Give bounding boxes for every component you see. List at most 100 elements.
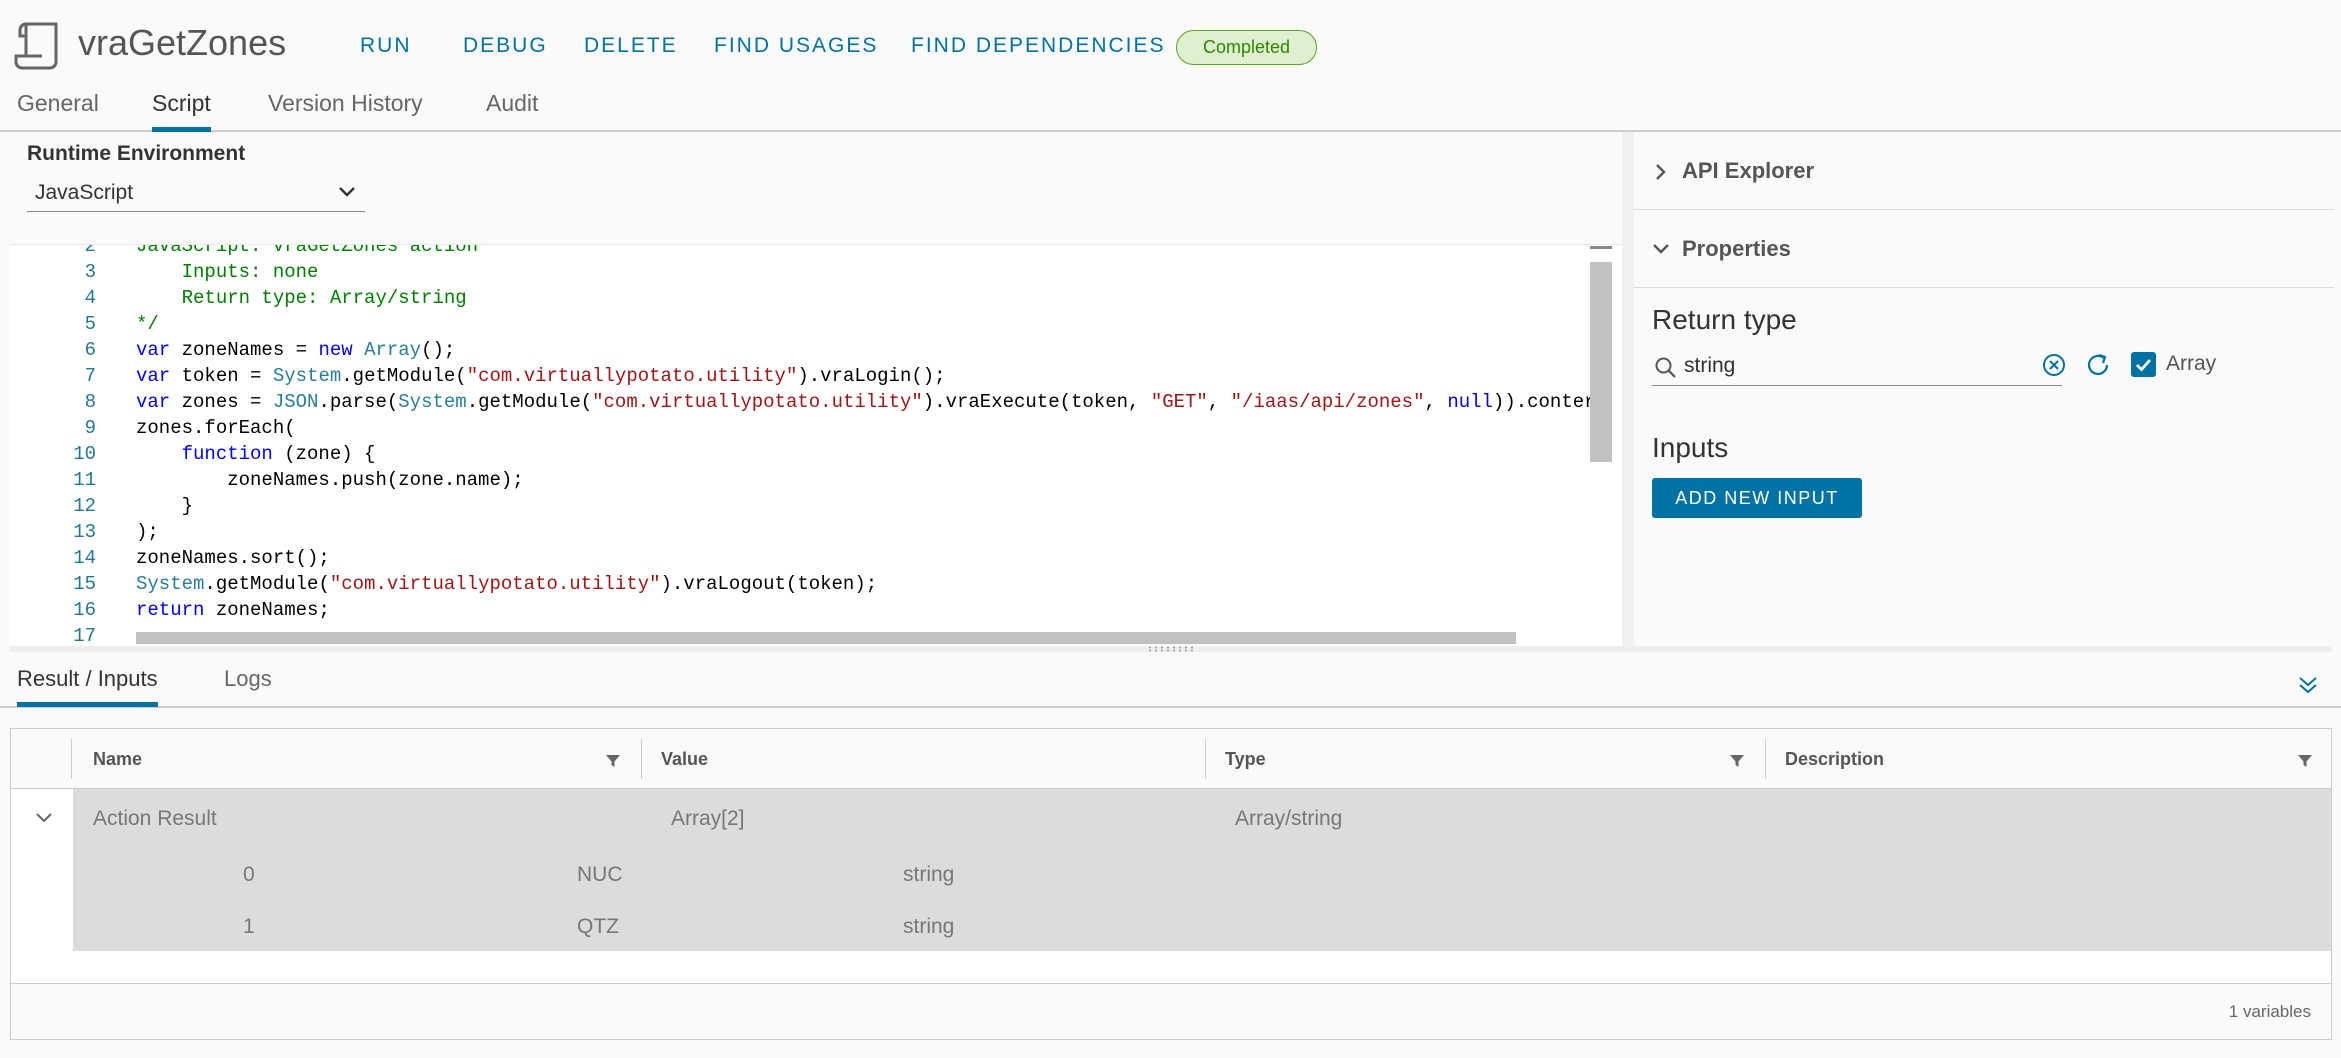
item-type: string (903, 863, 955, 886)
line-text: Inputs: none (136, 261, 319, 283)
code-line[interactable]: 9 zones.forEach( (10, 415, 1622, 441)
array-checkbox[interactable] (2131, 352, 2156, 377)
editor-vertical-scrollbar[interactable] (1590, 262, 1612, 462)
code-line[interactable]: 5 */ (10, 311, 1622, 337)
column-header-description[interactable]: Description (1785, 749, 1884, 770)
array-checkbox-label: Array (2166, 352, 2217, 375)
line-number: 2 (84, 244, 96, 257)
code-line[interactable]: 12 } (10, 493, 1622, 519)
chevron-right-icon (1656, 164, 1666, 180)
delete-button[interactable]: DELETE (584, 34, 678, 58)
runtime-environment-value: JavaScript (35, 181, 134, 204)
line-text: Return type: Array/string (136, 287, 467, 309)
result-name: Action Result (93, 807, 217, 830)
line-number: 16 (73, 599, 96, 621)
line-text: var zones = JSON.parse(System.getModule(… (136, 391, 1596, 413)
add-new-input-button[interactable]: ADD NEW INPUT (1652, 478, 1862, 518)
code-editor[interactable]: 2 JavaScript: vraGetZones action 3 Inputs:… (10, 244, 1622, 646)
return-type-input[interactable] (1684, 350, 2004, 382)
code-line[interactable]: 4 Return type: Array/string (10, 285, 1622, 311)
code-line[interactable]: 11 zoneNames.push(zone.name); (10, 467, 1622, 493)
run-button[interactable]: RUN (360, 34, 412, 58)
line-number: 14 (73, 547, 96, 569)
tab-result-inputs[interactable]: Result / Inputs (17, 666, 158, 707)
line-number: 9 (84, 417, 96, 439)
line-number: 7 (84, 365, 96, 387)
chevron-down-icon[interactable] (35, 811, 53, 825)
line-text: return zoneNames; (136, 599, 330, 621)
grid-footer: 1 variables (11, 983, 2331, 1039)
code-line[interactable]: 6 var zoneNames = new Array(); (10, 337, 1622, 363)
bottom-tabs: Result / Inputs Logs (0, 652, 2341, 708)
tab-version-history[interactable]: Version History (268, 90, 423, 127)
code-line[interactable]: 14 zoneNames.sort(); (10, 545, 1622, 571)
column-header-name[interactable]: Name (93, 749, 142, 770)
line-number: 15 (73, 573, 96, 595)
header: vraGetZones RUN DEBUG DELETE FIND USAGES… (0, 0, 2341, 96)
chevron-down-icon (1653, 244, 1669, 254)
editor-horizontal-scrollbar[interactable] (136, 632, 1516, 644)
column-header-type[interactable]: Type (1225, 749, 1266, 770)
line-text: var token = System.getModule("com.virtua… (136, 365, 946, 387)
code-line[interactable]: 7 var token = System.getModule("com.virtu… (10, 363, 1622, 389)
line-number: 17 (73, 625, 96, 646)
code-line[interactable]: 13); (10, 519, 1622, 545)
api-explorer-accordion[interactable]: API Explorer (1634, 132, 2334, 210)
main-tabs: General Script Version History Audit (0, 86, 2341, 132)
column-separator (1765, 739, 1766, 779)
tab-audit[interactable]: Audit (486, 90, 538, 127)
item-type: string (903, 915, 955, 938)
code-line[interactable]: 3 Inputs: none (10, 259, 1622, 285)
editor-scroll-marker (1590, 246, 1612, 249)
code-line[interactable]: 8 var zones = JSON.parse(System.getModule… (10, 389, 1622, 415)
line-text: ); (136, 521, 159, 543)
column-separator (71, 739, 72, 779)
refresh-icon[interactable] (2084, 351, 2112, 379)
variable-count: 1 variables (2228, 1002, 2311, 1021)
checkmark-icon (2136, 359, 2152, 372)
line-text: zoneNames.push(zone.name); (136, 469, 524, 491)
column-header-value[interactable]: Value (661, 749, 708, 770)
properties-label: Properties (1682, 236, 1791, 261)
line-text: } (136, 495, 194, 517)
line-text: */ (136, 313, 159, 335)
line-number: 6 (84, 339, 96, 361)
page-title: vraGetZones (78, 22, 287, 63)
grid-header: Name Value Type Description (11, 729, 2331, 789)
find-dependencies-button[interactable]: FIND DEPENDENCIES (911, 34, 1166, 58)
code-line[interactable]: 10 function (zone) { (10, 441, 1622, 467)
status-badge: Completed (1176, 30, 1317, 65)
result-type: Array/string (1235, 807, 1343, 830)
item-value: NUC (577, 863, 623, 886)
line-text: zones.forEach( (136, 417, 296, 439)
line-number: 5 (84, 313, 96, 335)
tab-logs[interactable]: Logs (224, 666, 272, 702)
debug-button[interactable]: DEBUG (463, 34, 548, 58)
code-line[interactable]: 2 JavaScript: vraGetZones action (10, 244, 1622, 259)
runtime-environment-label: Runtime Environment (27, 142, 246, 165)
right-panel: API Explorer Properties Return type Inpu… (1634, 132, 2334, 646)
item-index: 0 (243, 863, 255, 886)
results-grid: Name Value Type Description Action Resul… (10, 728, 2332, 1040)
runtime-environment-select[interactable]: JavaScript (27, 176, 365, 212)
tab-script[interactable]: Script (152, 90, 211, 132)
inputs-heading: Inputs (1652, 432, 1729, 463)
line-number: 8 (84, 391, 96, 413)
collapse-panel-icon[interactable] (2296, 672, 2320, 698)
filter-icon[interactable] (2297, 753, 2313, 769)
line-text: JavaScript: vraGetZones action (136, 244, 479, 257)
return-type-field[interactable] (1652, 348, 2062, 386)
find-usages-button[interactable]: FIND USAGES (714, 34, 878, 58)
code-line[interactable]: 15 System.getModule("com.virtuallypotato.… (10, 571, 1622, 597)
tab-general[interactable]: General (17, 90, 99, 127)
search-icon (1655, 357, 1676, 378)
vertical-splitter[interactable] (1622, 132, 1634, 646)
filter-icon[interactable] (605, 753, 621, 769)
code-line[interactable]: 16 return zoneNames; (10, 597, 1622, 623)
api-explorer-label: API Explorer (1682, 158, 1815, 183)
clear-icon[interactable] (2041, 352, 2067, 378)
filter-icon[interactable] (1729, 753, 1745, 769)
properties-accordion[interactable]: Properties (1634, 210, 2334, 288)
line-number: 11 (73, 469, 96, 491)
return-type-heading: Return type (1652, 304, 1797, 335)
